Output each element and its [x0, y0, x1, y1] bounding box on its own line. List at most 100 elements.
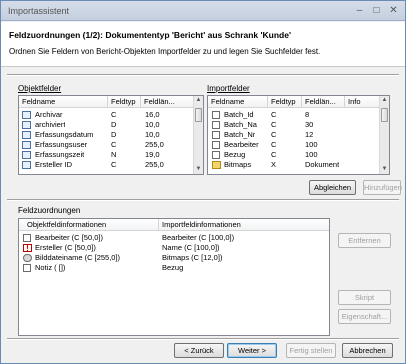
assignments-header: Objektfeldinformationen Importfeldinform…: [19, 219, 329, 231]
table-row[interactable]: ! Ersteller (C [50,0]) Name (C [100,0]): [19, 243, 329, 253]
import-field-info: Bearbeiter (C [100,0]): [162, 233, 235, 242]
field-icon: [22, 121, 31, 129]
field-icon: [22, 151, 31, 159]
checkbox-icon[interactable]: [212, 141, 220, 149]
list-item[interactable]: Erfassungsuser C 255,0: [19, 140, 203, 150]
remove-button[interactable]: Entfernen: [338, 233, 391, 248]
field-type: C: [271, 150, 277, 159]
table-row[interactable]: Bearbeiter (C [50,0]) Bearbeiter (C [100…: [19, 233, 329, 243]
column-header-feldlaenge[interactable]: Feldlän...: [141, 96, 194, 108]
list-item[interactable]: Batch_Nr C 12: [208, 130, 389, 140]
column-header-feldlaenge[interactable]: Feldlän...: [302, 96, 345, 108]
wizard-header: Feldzuordnungen (1/2): Dokumententyp 'Be…: [1, 22, 405, 67]
import-fields-scrollbar[interactable]: ▲ ▼: [379, 96, 389, 174]
close-icon[interactable]: ✕: [387, 4, 400, 17]
next-button[interactable]: Weiter >: [227, 343, 277, 358]
field-length: 8: [305, 110, 310, 119]
field-length: 12: [305, 130, 314, 139]
column-header-object-info[interactable]: Objektfeldinformationen: [19, 219, 159, 231]
title-bar[interactable]: Importassistent – □ ✕: [1, 1, 405, 21]
object-field-info: Notiz ( []): [35, 263, 66, 272]
object-field-info: Ersteller (C [50,0]): [35, 243, 96, 252]
page-description: Ordnen Sie Feldern von Bericht-Objekten …: [9, 47, 321, 56]
checkbox-icon[interactable]: [212, 111, 220, 119]
field-type: C: [111, 110, 117, 119]
scroll-up-icon[interactable]: ▲: [194, 96, 203, 105]
field-name: Batch_Na: [224, 120, 257, 129]
scroll-thumb[interactable]: [195, 108, 202, 122]
column-header-feldname[interactable]: Feldname: [208, 96, 268, 108]
list-item[interactable]: Bezug C 100: [208, 150, 389, 160]
checkbox-icon[interactable]: [212, 151, 220, 159]
list-item[interactable]: Batch_Na C 30: [208, 120, 389, 130]
field-length: 19,0: [145, 150, 160, 159]
field-name: archiviert: [35, 120, 66, 129]
field-name: Bearbeiter: [224, 140, 259, 149]
scroll-down-icon[interactable]: ▼: [194, 165, 203, 174]
import-fields-list[interactable]: Feldname Feldtyp Feldlän... Info Batch_I…: [207, 95, 390, 175]
image-field-icon: [23, 254, 32, 262]
list-item[interactable]: Bearbeiter C 100: [208, 140, 389, 150]
object-fields-label: Objektfelder: [18, 84, 62, 93]
divider: [7, 74, 399, 76]
list-item[interactable]: Ersteller ID C 255,0: [19, 160, 203, 170]
field-type: D: [111, 120, 117, 129]
column-header-feldtyp[interactable]: Feldtyp: [268, 96, 302, 108]
checkbox-icon[interactable]: [23, 234, 31, 242]
finish-button[interactable]: Fertig stellen: [286, 343, 336, 358]
import-fields-label: Importfelder: [207, 84, 250, 93]
list-item[interactable]: Bitmaps X Dokument: [208, 160, 389, 170]
field-length: 100: [305, 150, 318, 159]
field-length: 255,0: [145, 140, 164, 149]
table-row[interactable]: Bilddateiname (C [255,0]) Bitmaps (C [12…: [19, 253, 329, 263]
field-length: Dokument: [305, 160, 340, 169]
divider: [7, 199, 399, 201]
field-type: C: [111, 160, 117, 169]
checkbox-icon[interactable]: [212, 131, 220, 139]
script-button[interactable]: Skript: [338, 290, 391, 305]
column-header-feldtyp[interactable]: Feldtyp: [108, 96, 141, 108]
field-type: C: [271, 120, 277, 129]
field-type: D: [111, 130, 117, 139]
object-fields-list[interactable]: Feldname Feldtyp Feldlän... Archivar C 1…: [18, 95, 204, 175]
field-type: C: [271, 130, 277, 139]
list-item[interactable]: Erfassungsdatum D 10,0: [19, 130, 203, 140]
checkbox-icon[interactable]: [23, 264, 31, 272]
assignments-list[interactable]: Objektfeldinformationen Importfeldinform…: [18, 218, 330, 336]
scroll-up-icon[interactable]: ▲: [380, 96, 389, 105]
column-header-info[interactable]: Info: [345, 96, 380, 108]
assignments-label: Feldzuordnungen: [18, 206, 81, 215]
checkbox-icon[interactable]: [212, 121, 220, 129]
object-fields-scrollbar[interactable]: ▲ ▼: [193, 96, 203, 174]
field-name: Ersteller ID: [35, 160, 73, 169]
properties-button[interactable]: Eigenschaft...: [338, 309, 391, 324]
cancel-button[interactable]: Abbrechen: [342, 343, 393, 358]
list-item[interactable]: archiviert D 10,0: [19, 120, 203, 130]
field-name: Bezug: [224, 150, 246, 159]
field-type: N: [111, 150, 117, 159]
field-name: Batch_Nr: [224, 130, 256, 139]
list-item[interactable]: Batch_Id C 8: [208, 110, 389, 120]
table-row[interactable]: Notiz ( []) Bezug: [19, 263, 329, 273]
field-length: 30: [305, 120, 314, 129]
field-name: Erfassungszeit: [35, 150, 85, 159]
column-header-import-info[interactable]: Importfeldinformationen: [159, 219, 329, 231]
minimize-icon[interactable]: –: [353, 4, 366, 17]
page-title: Feldzuordnungen (1/2): Dokumententyp 'Be…: [9, 30, 292, 40]
field-type: C: [111, 140, 117, 149]
list-item[interactable]: Erfassungszeit N 19,0: [19, 150, 203, 160]
add-button[interactable]: Hinzufügen: [363, 180, 402, 195]
maximize-icon[interactable]: □: [370, 4, 383, 17]
object-field-info: Bearbeiter (C [50,0]): [35, 233, 103, 242]
scroll-down-icon[interactable]: ▼: [380, 165, 389, 174]
field-length: 100: [305, 140, 318, 149]
field-icon: [22, 131, 31, 139]
scroll-thumb[interactable]: [381, 108, 388, 122]
list-item[interactable]: Archivar C 16,0: [19, 110, 203, 120]
window-title: Importassistent: [8, 6, 70, 16]
field-icon: [22, 141, 31, 149]
back-button[interactable]: < Zurück: [174, 343, 224, 358]
match-button[interactable]: Abgleichen: [309, 180, 356, 195]
column-header-feldname[interactable]: Feldname: [19, 96, 108, 108]
field-length: 255,0: [145, 160, 164, 169]
